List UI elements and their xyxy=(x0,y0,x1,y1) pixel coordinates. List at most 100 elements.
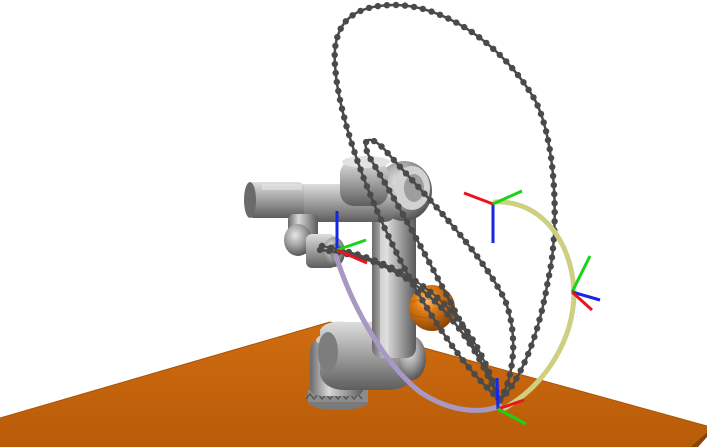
trajectory-waypoint xyxy=(451,224,458,232)
trajectory-waypoint xyxy=(464,328,471,335)
trajectory-waypoint xyxy=(392,1,400,9)
trajectory-waypoint xyxy=(404,273,411,280)
trajectory-waypoint xyxy=(534,102,541,109)
trajectory-waypoint xyxy=(372,163,379,171)
trajectory-waypoint xyxy=(549,163,556,171)
trajectory-waypoint xyxy=(476,34,483,41)
frame-top-x-axis xyxy=(463,191,494,206)
trajectory-waypoint xyxy=(401,2,409,9)
trajectory-waypoint xyxy=(363,254,370,261)
trajectory-waypoint xyxy=(393,249,400,256)
trajectory-waypoint xyxy=(438,327,445,335)
frame-right xyxy=(570,255,601,312)
trajectory-waypoint xyxy=(360,174,367,182)
trajectory-waypoint xyxy=(336,96,344,104)
frame-right-y-axis xyxy=(570,255,592,293)
trajectory-waypoint xyxy=(549,245,557,252)
trajectory-waypoint xyxy=(544,136,552,144)
trajectory-waypoint xyxy=(505,308,512,315)
trajectory-waypoint xyxy=(509,353,516,360)
trajectory-waypoint xyxy=(465,364,472,371)
trajectory-waypoint xyxy=(544,281,551,288)
trajectory-waypoint xyxy=(412,277,419,285)
trajectory-waypoint xyxy=(454,349,461,357)
trajectory-waypoint xyxy=(504,380,511,387)
trajectory-waypoint xyxy=(498,291,506,298)
trajectory-waypoint xyxy=(365,4,373,12)
trajectory-waypoint xyxy=(370,199,377,207)
trajectory-waypoint xyxy=(490,45,497,52)
trajectory-waypoint xyxy=(363,147,370,155)
frame-bottom-z-axis xyxy=(495,377,500,410)
trajectory-waypoint xyxy=(439,210,446,218)
trajectory-waypoint xyxy=(509,335,517,342)
trajectory-waypoint xyxy=(551,190,558,198)
trajectory-waypoint xyxy=(338,105,346,112)
trajectory-waypoint xyxy=(419,283,427,290)
trajectory-waypoint xyxy=(327,244,335,251)
trajectory-waypoint xyxy=(478,352,485,359)
trajectory-waypoint xyxy=(334,33,341,41)
trajectory-waypoint xyxy=(482,360,489,367)
trajectory-waypoint xyxy=(547,263,554,270)
trajectory-waypoint xyxy=(434,275,441,282)
trajectory-waypoint xyxy=(525,86,532,94)
trajectory-waypoint xyxy=(367,156,374,163)
trajectory-waypoint xyxy=(548,254,556,261)
trajectory-waypoint xyxy=(468,246,475,253)
trajectory-waypoint xyxy=(419,297,426,304)
trajectory-waypoint xyxy=(362,138,370,146)
trajectory-waypoint xyxy=(385,233,392,240)
trajectory-waypoint xyxy=(525,350,532,358)
trajectory-waypoint xyxy=(496,51,503,59)
trajectory-waypoint xyxy=(371,257,378,264)
trajectory-waypoint xyxy=(427,197,434,204)
trajectory-waypoint xyxy=(447,299,454,306)
trajectory-waypoint xyxy=(509,64,516,72)
trajectory-waypoint xyxy=(448,342,456,349)
trajectory-waypoint xyxy=(546,145,553,153)
trajectory-waypoint xyxy=(551,209,558,216)
trajectory-waypoint xyxy=(469,336,476,343)
trajectory-waypoint xyxy=(513,375,520,382)
trajectory-waypoint xyxy=(367,191,374,198)
trajectory-waypoint xyxy=(547,154,555,162)
trajectory-waypoint xyxy=(410,3,418,11)
trajectory-waypoint xyxy=(542,128,550,135)
trajectory-waypoint xyxy=(331,60,339,68)
trajectory-waypoint xyxy=(551,200,558,207)
trajectory-waypoint xyxy=(412,235,420,242)
trajectory-waypoint xyxy=(332,69,339,77)
trajectory-waypoint xyxy=(374,208,381,215)
trajectory-waypoint xyxy=(434,294,441,301)
trajectory-waypoint xyxy=(538,307,545,314)
trajectory-waypoint xyxy=(508,362,515,369)
trajectory-waypoint xyxy=(453,314,460,321)
trajectory-waypoint xyxy=(438,283,446,290)
trajectory-waypoint xyxy=(415,183,422,191)
trajectory-waypoint xyxy=(354,157,361,164)
trajectory-waypoint xyxy=(453,19,460,26)
trajectory-waypoint xyxy=(484,268,491,275)
trajectory-waypoint xyxy=(370,137,378,145)
trajectory-waypoint xyxy=(510,344,517,351)
trajectory-waypoint xyxy=(540,119,547,126)
trajectory-waypoint xyxy=(380,260,387,268)
trajectory-waypoint xyxy=(489,275,496,282)
trajectory-waypoint xyxy=(419,5,426,13)
trajectory-waypoint xyxy=(381,179,388,186)
trajectory-waypoint xyxy=(459,321,466,328)
trajectory-waypoint xyxy=(545,272,553,279)
frame-top xyxy=(463,189,523,243)
trajectory-waypoint xyxy=(494,283,501,290)
trajectory-waypoint xyxy=(507,317,514,324)
trajectory-waypoint xyxy=(517,367,524,374)
trajectory-waypoint xyxy=(318,242,326,250)
trajectory-waypoint xyxy=(459,357,467,364)
trajectory-waypoint xyxy=(520,79,527,86)
trajectory-waypoint xyxy=(349,12,356,19)
trajectory-waypoint xyxy=(549,172,557,180)
trajectory-waypoint xyxy=(342,18,349,25)
trajectory-waypoint xyxy=(521,359,528,366)
trajectory-waypoint xyxy=(474,344,481,351)
